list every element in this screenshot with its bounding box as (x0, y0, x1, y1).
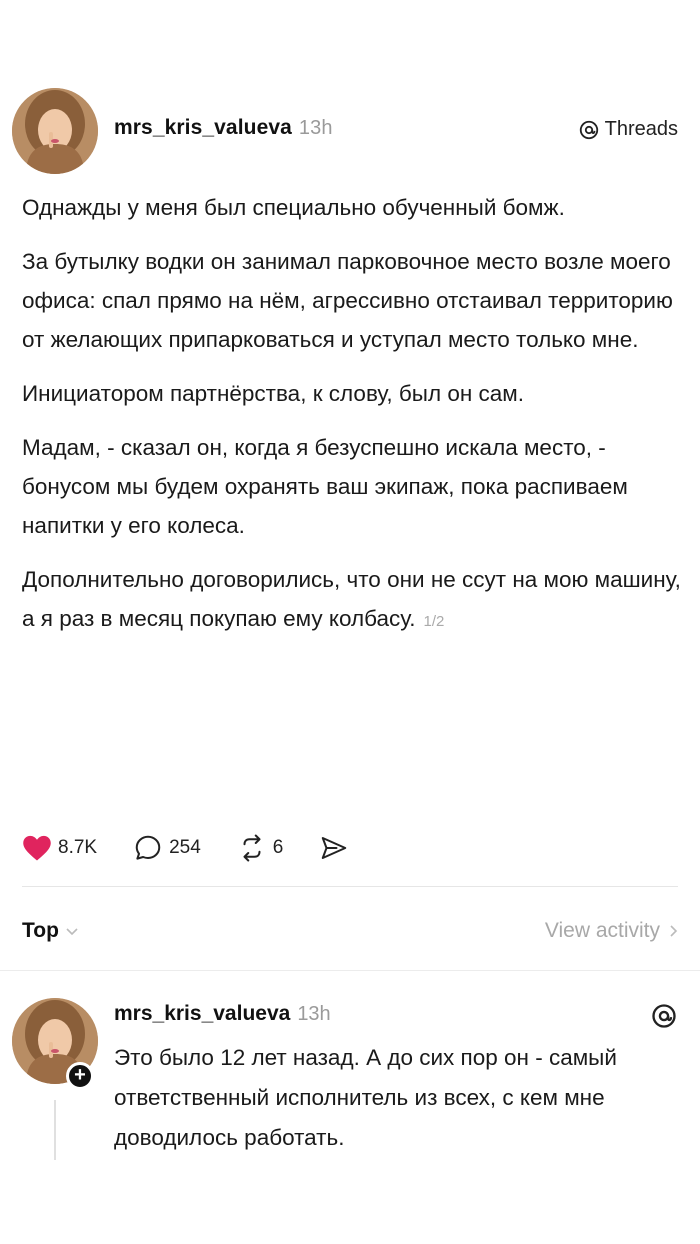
comment-count: 254 (169, 837, 201, 858)
thread-line (54, 1100, 56, 1160)
post-paragraph: За бутылку водки он занимал парковочное … (22, 249, 673, 352)
author-name[interactable]: mrs_kris_valueva (114, 116, 292, 139)
reply-text: Это было 12 лет назад. А до сих пор он -… (114, 1045, 617, 1150)
post-paragraph: Инициатором партнёрства, к слову, был он… (22, 381, 525, 406)
like-count: 8.7K (58, 837, 98, 858)
chevron-down-icon (66, 928, 78, 936)
follow-plus-button[interactable]: + (66, 1062, 94, 1090)
comment-button[interactable]: 254 (133, 833, 201, 863)
repost-icon (243, 834, 261, 862)
like-button[interactable]: 8.7K (22, 834, 97, 862)
post-header: mrs_kris_valueva 13h Threads (0, 88, 700, 174)
sort-label: Top (22, 919, 59, 942)
post-time: 13h (298, 117, 333, 139)
comment-bubble-icon (135, 835, 161, 860)
divider (0, 970, 700, 971)
post-paragraph: Дополнительно договорились, что они не с… (22, 567, 681, 631)
chevron-right-icon (670, 925, 678, 937)
threads-label: Threads (604, 118, 678, 140)
post-author[interactable]: mrs_kris_valueva 13h (114, 116, 333, 140)
heart-icon (23, 835, 51, 861)
send-icon (322, 837, 347, 859)
threads-badge: Threads (578, 118, 678, 141)
post-paragraph: Однажды у меня был специально обученный … (22, 195, 565, 220)
post-paragraph: Мадам, - сказал он, когда я безуспешно и… (22, 435, 628, 538)
repost-count: 6 (272, 837, 284, 858)
reply-author-name[interactable]: mrs_kris_valueva (114, 1002, 290, 1025)
threads-icon (652, 1004, 676, 1028)
reply-author[interactable]: mrs_kris_valueva 13h (114, 1002, 331, 1026)
threads-icon (579, 120, 598, 139)
reply-time: 13h (297, 1003, 331, 1025)
post-body: Однажды у меня был специально обученный … (22, 188, 682, 656)
page-counter: 1/2 (423, 613, 445, 630)
replies-sort-bar: Top View activity (22, 914, 678, 948)
post-paragraph-last: Дополнительно договорились, что они не с… (22, 560, 682, 641)
divider (22, 886, 678, 887)
threads-post-screen: mrs_kris_valueva 13h Threads Однажды у ме… (0, 0, 700, 1244)
sort-dropdown[interactable]: Top (22, 919, 79, 943)
repost-button[interactable]: 6 (237, 833, 284, 863)
post-actions: 8.7K 254 6 (22, 832, 385, 864)
share-button[interactable] (319, 833, 349, 863)
avatar[interactable] (12, 88, 98, 174)
view-activity-label: View activity (544, 919, 660, 942)
view-activity-link[interactable]: View activity (545, 919, 678, 943)
